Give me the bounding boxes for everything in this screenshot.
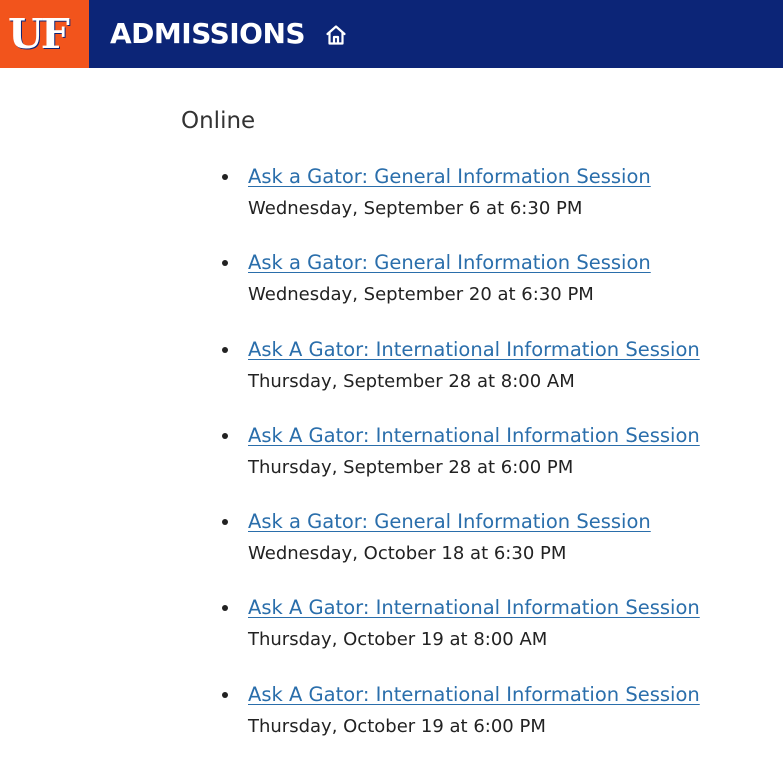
session-link[interactable]: Ask A Gator: International Information S… <box>248 421 700 451</box>
list-bullet <box>222 174 228 180</box>
session-date: Thursday, September 28 at 6:00 PM <box>248 456 574 478</box>
session-link[interactable]: Ask A Gator: International Information S… <box>248 680 700 710</box>
session-item: Ask a Gator: General Information Session… <box>222 248 700 334</box>
session-link[interactable]: Ask A Gator: International Information S… <box>248 335 700 365</box>
session-list: Ask a Gator: General Information Session… <box>222 162 700 766</box>
session-item: Ask A Gator: International Information S… <box>222 335 700 421</box>
list-bullet <box>222 346 228 353</box>
session-link[interactable]: Ask a Gator: General Information Session <box>248 507 700 537</box>
list-bullet <box>222 691 228 698</box>
session-item: Ask A Gator: International Information S… <box>222 593 700 679</box>
session-date: Wednesday, September 20 at 6:30 PM <box>248 284 594 306</box>
list-bullet <box>222 432 228 439</box>
uf-logo[interactable]: UF <box>0 0 89 68</box>
session-item: Ask A Gator: International Information S… <box>222 421 700 507</box>
session-item: Ask a Gator: General Information Session… <box>222 162 700 248</box>
session-link[interactable]: Ask a Gator: General Information Session <box>248 162 700 192</box>
session-date: Wednesday, October 18 at 6:30 PM <box>248 543 567 565</box>
session-date: Wednesday, September 6 at 6:30 PM <box>248 198 583 219</box>
uf-logo-text: UF <box>8 10 70 58</box>
list-bullet <box>222 519 228 526</box>
home-icon[interactable] <box>324 23 348 47</box>
list-bullet <box>222 260 228 267</box>
section-heading-online: Online <box>181 108 256 134</box>
home-icon-graphic <box>326 25 346 45</box>
session-date: Thursday, October 19 at 6:00 PM <box>248 715 546 737</box>
list-bullet <box>222 605 228 612</box>
session-date: Thursday, September 28 at 8:00 AM <box>248 370 575 392</box>
session-link[interactable]: Ask A Gator: International Information S… <box>248 593 700 623</box>
site-header: UF ADMISSIONS <box>0 0 783 68</box>
session-item: Ask A Gator: International Information S… <box>222 680 700 766</box>
session-date: Thursday, October 19 at 8:00 AM <box>248 629 548 651</box>
session-item: Ask a Gator: General Information Session… <box>222 507 700 593</box>
session-link[interactable]: Ask a Gator: General Information Session <box>248 248 700 278</box>
site-title-link[interactable]: ADMISSIONS <box>110 14 306 54</box>
